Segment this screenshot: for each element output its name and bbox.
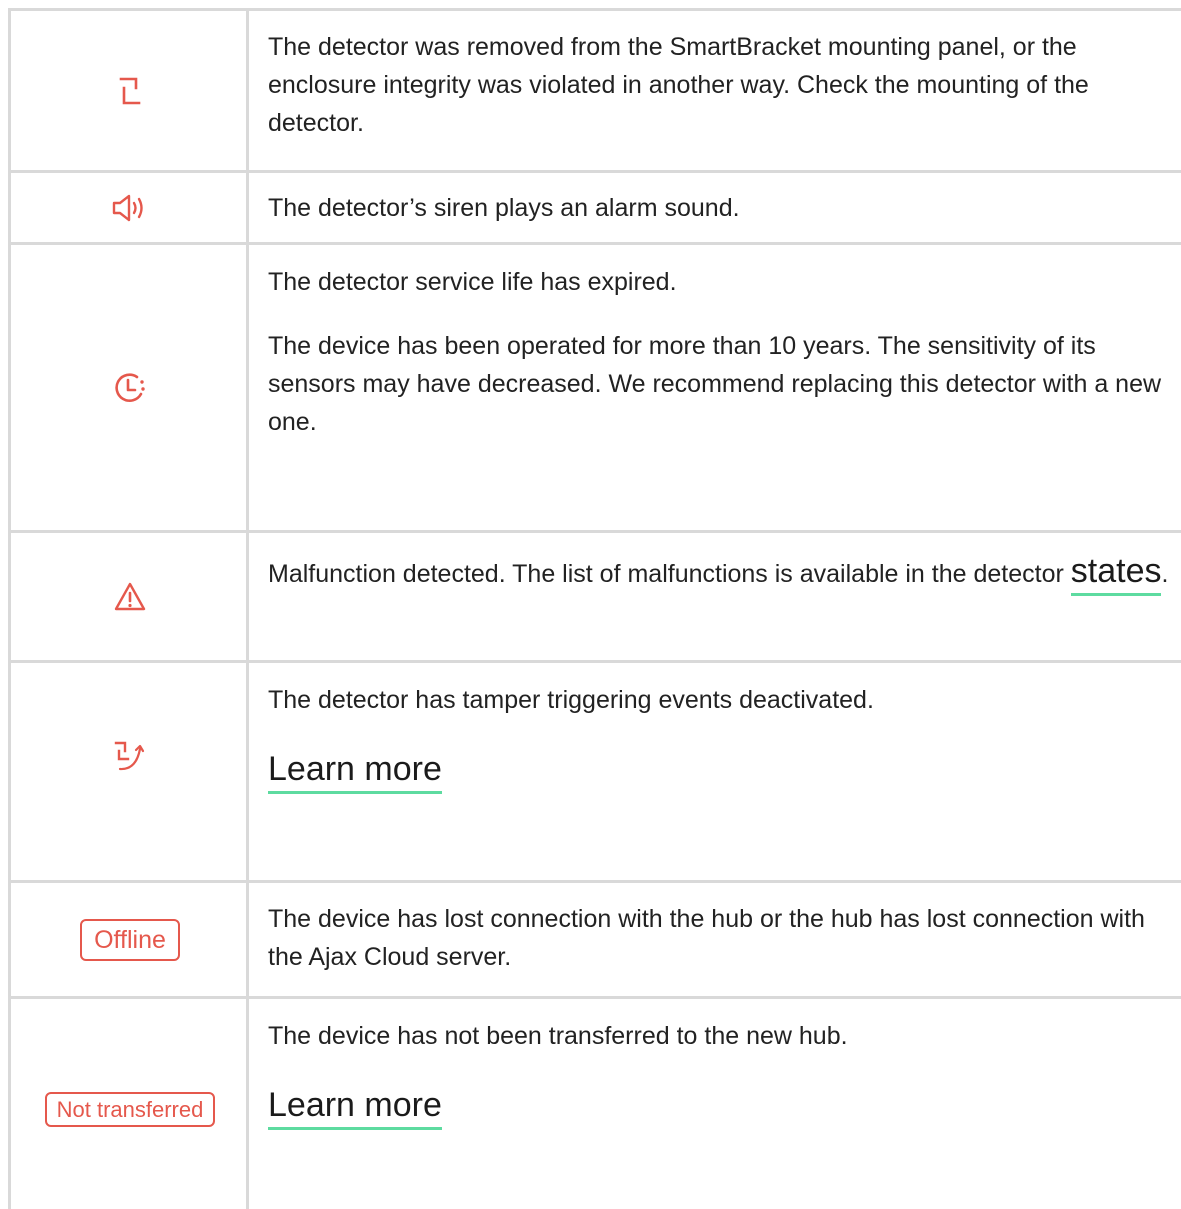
warning-triangle-icon <box>114 582 146 610</box>
status-icons-table: The detector was removed from the SmartB… <box>0 0 1181 1209</box>
description-cell: The device has lost connection with the … <box>268 900 1175 976</box>
description-text: The detector’s siren plays an alarm soun… <box>268 194 740 222</box>
icon-cell <box>11 11 249 170</box>
table-row: The detector has tamper triggering event… <box>8 663 1181 880</box>
table-row: The detector’s siren plays an alarm soun… <box>8 173 1181 242</box>
table-row: The detector was removed from the SmartB… <box>8 11 1181 170</box>
icon-cell: Offline <box>11 883 249 996</box>
service-life-clock-icon <box>115 372 145 402</box>
table-row: Not transferred The device has not been … <box>8 999 1181 1209</box>
description-text: The device has not been transferred to t… <box>268 1022 848 1050</box>
description-text: The detector has tamper triggering event… <box>268 686 874 714</box>
description-cell: Malfunction detected. The list of malfun… <box>268 551 1175 596</box>
icon-cell <box>11 173 249 242</box>
tamper-deactivated-icon <box>114 741 145 770</box>
description-cell: The device has not been transferred to t… <box>268 1017 1175 1130</box>
icon-cell <box>11 533 249 660</box>
description-text: Malfunction detected. The list of malfun… <box>268 551 1175 596</box>
speaker-icon <box>112 194 143 221</box>
learn-more-link[interactable]: Learn more <box>268 1085 442 1130</box>
description-text: The device has been operated for more th… <box>268 332 1162 436</box>
icon-cell: Not transferred <box>11 1089 249 1129</box>
table-row: Offline The device has lost connection w… <box>8 883 1181 996</box>
description-cell: The detector’s siren plays an alarm soun… <box>268 189 1175 227</box>
description-cell: The detector has tamper triggering event… <box>268 681 1175 794</box>
icon-cell <box>11 245 249 530</box>
tamper-icon <box>119 77 141 104</box>
description-cell: The detector service life has expired. T… <box>268 263 1175 441</box>
description-text: The detector service life has expired. <box>268 268 677 296</box>
description-text: The detector was removed from the SmartB… <box>268 33 1089 137</box>
states-link[interactable]: states <box>1070 551 1162 596</box>
table-row: The detector service life has expired. T… <box>8 245 1181 530</box>
description-text: The device has lost connection with the … <box>268 905 1145 971</box>
offline-badge: Offline <box>80 918 180 961</box>
learn-more-link[interactable]: Learn more <box>268 749 442 794</box>
table-row: Malfunction detected. The list of malfun… <box>8 533 1181 660</box>
icon-cell <box>11 663 249 850</box>
description-text-part: . <box>1161 560 1169 588</box>
description-cell: The detector was removed from the SmartB… <box>268 28 1175 142</box>
description-text-part: Malfunction detected. The list of malfun… <box>268 560 1071 588</box>
not-transferred-badge: Not transferred <box>44 1091 216 1127</box>
